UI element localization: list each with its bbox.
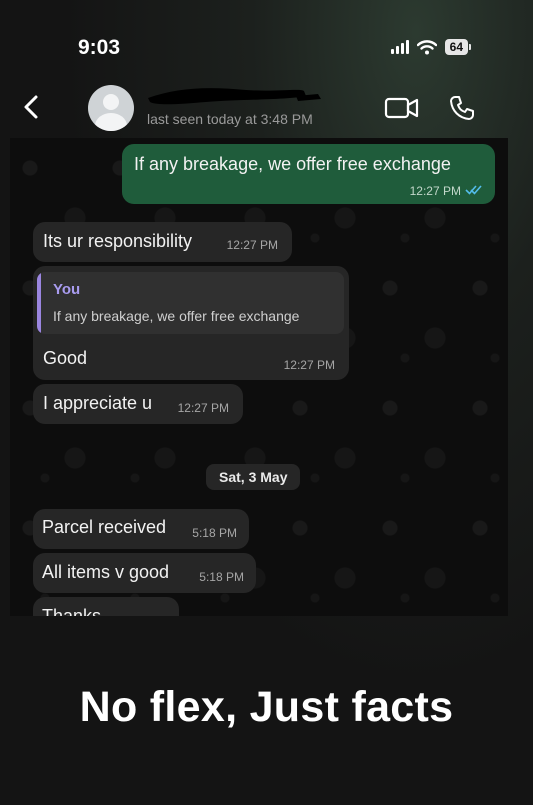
battery-icon: 64 [444,39,471,55]
message-incoming[interactable]: I appreciate u 12:27 PM [33,384,243,424]
avatar[interactable] [88,85,134,131]
message-time: 12:27 PM [283,358,335,372]
status-time: 9:03 [78,36,121,59]
message-text: Thanks [42,606,102,616]
status-icons: 64 [390,39,471,55]
message-incoming[interactable]: Its ur responsibility 12:27 PM [33,222,292,262]
message-time: 5:18 PM [192,526,237,540]
message-text: All items v good [42,562,170,582]
message-incoming[interactable]: Parcel received 5:18 PM [33,509,249,549]
message-text: Its ur responsibility [43,231,193,251]
message-text: If any breakage, we offer free exchange [134,154,451,174]
message-text: I appreciate u [43,393,153,413]
message-time: 12:27 PM [409,184,461,198]
message-time: 5:18 PM [199,570,244,584]
message-time: 12:27 PM [177,401,229,415]
message-incoming-partial[interactable]: Thanks [33,597,179,616]
wifi-icon [416,39,437,54]
message-text: Good [43,348,88,368]
back-arrow-icon[interactable] [18,92,48,122]
story-frame: 9:03 64 last seen today at 3:48 PM If an… [0,0,533,805]
message-incoming[interactable]: All items v good 5:18 PM [33,553,256,593]
phone-call-icon[interactable] [448,94,476,122]
avatar-placeholder-icon [103,94,119,110]
chat-area[interactable]: If any breakage, we offer free exchange … [10,138,508,616]
story-caption: No flex, Just facts [79,683,454,731]
message-incoming-reply[interactable]: You If any breakage, we offer free excha… [33,266,349,380]
battery-level: 64 [444,39,468,55]
date-separator: Sat, 3 May [206,464,301,490]
signal-icon [390,40,409,54]
quote-author: You [53,281,81,298]
quote-text: If any breakage, we offer free exchange [53,308,300,324]
contact-name-redacted[interactable] [146,82,326,106]
last-seen-status: last seen today at 3:48 PM [147,111,313,127]
quoted-message[interactable]: You If any breakage, we offer free excha… [37,272,344,334]
video-call-icon[interactable] [384,96,420,120]
message-text: Parcel received [42,517,167,537]
double-check-icon [465,185,482,195]
message-time: 12:27 PM [226,238,278,252]
message-outgoing[interactable]: If any breakage, we offer free exchange … [122,144,495,204]
